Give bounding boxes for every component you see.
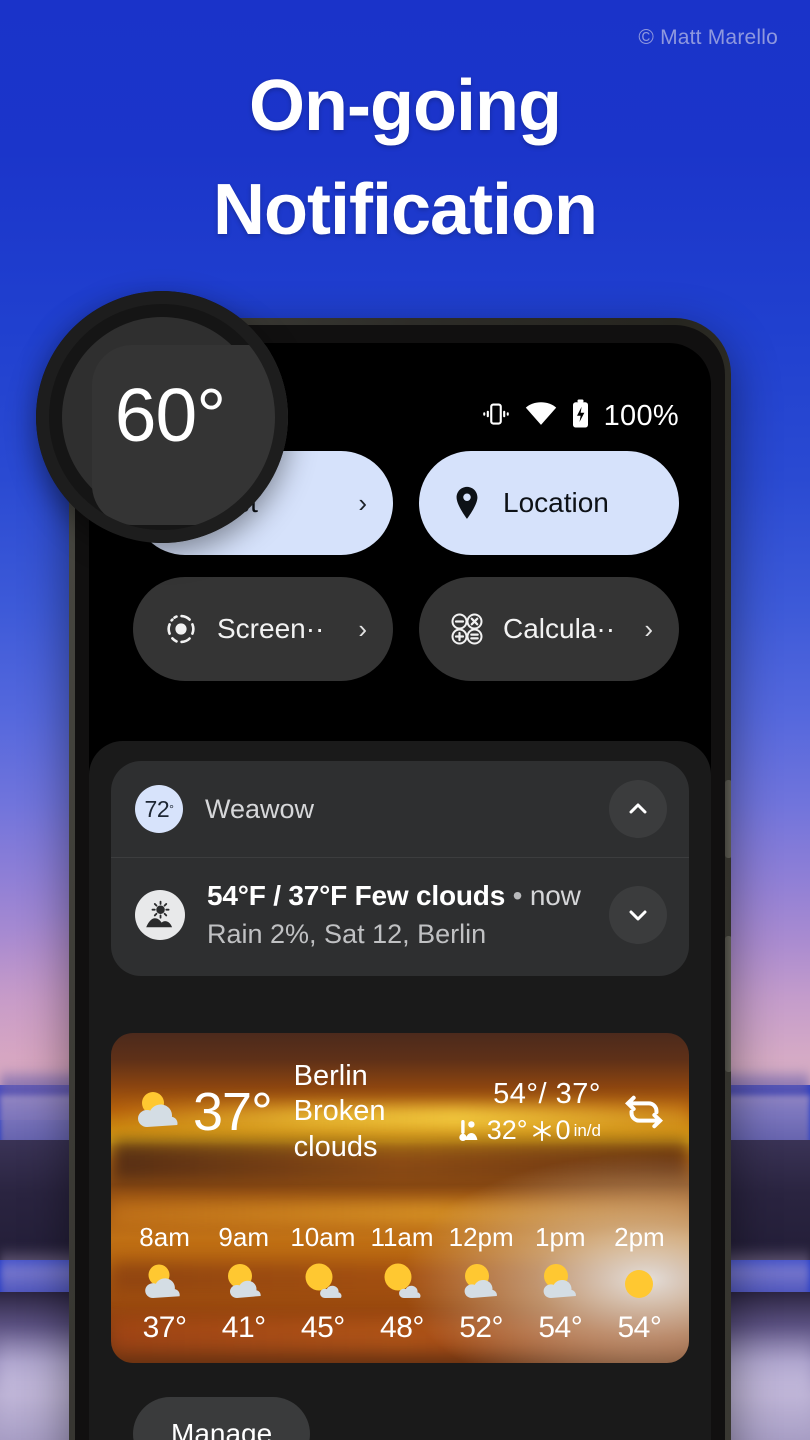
battery-percent: 100% bbox=[603, 399, 679, 432]
widget-location-block: Berlin Broken clouds bbox=[294, 1059, 458, 1165]
notification-subtitle: Rain 2%, Sat 12, Berlin bbox=[207, 919, 487, 949]
notification-body[interactable]: 54°F / 37°F Few clouds • now Rain 2%, Sa… bbox=[111, 858, 689, 976]
qs-tile-screen-record-label: Screen·· bbox=[217, 613, 325, 644]
hour-time: 1pm bbox=[534, 1222, 586, 1252]
hourly-item: 9am 41° bbox=[204, 1222, 283, 1345]
volume-button[interactable] bbox=[725, 936, 731, 1072]
notification-text: 54°F / 37°F Few clouds • now Rain 2%, Sa… bbox=[207, 880, 587, 950]
weather-small-icon bbox=[135, 890, 185, 940]
manage-button[interactable]: Manage bbox=[133, 1397, 311, 1440]
snowflake-icon bbox=[532, 1120, 551, 1141]
widget-extra-stats: 32° 0 in/d bbox=[458, 1115, 601, 1146]
hourly-item: 8am 37° bbox=[125, 1222, 204, 1345]
hour-time: 9am bbox=[218, 1222, 269, 1252]
hour-time: 11am bbox=[370, 1222, 434, 1252]
refresh-icon[interactable] bbox=[621, 1089, 667, 1135]
hourly-forecast: 8am 37° 9am 41° 10am 45° 11am 48° 12pm 5… bbox=[125, 1222, 679, 1345]
chevron-down-icon[interactable] bbox=[609, 886, 667, 944]
notification-title-main: 54°F / 37°F Few clouds bbox=[207, 880, 506, 911]
sun-icon bbox=[600, 1257, 679, 1309]
sun-cloud-icon bbox=[442, 1257, 521, 1309]
wifi-icon bbox=[525, 401, 557, 432]
widget-precipitation-unit: in/d bbox=[573, 1120, 601, 1140]
widget-condition: Broken clouds bbox=[293, 1095, 386, 1163]
sun-cloud-icon bbox=[131, 1084, 187, 1140]
hour-temp: 45° bbox=[300, 1311, 345, 1344]
qs-tile-calculator-label: Calcula·· bbox=[503, 613, 616, 644]
widget-city: Berlin bbox=[293, 1060, 368, 1092]
chevron-right-icon: › bbox=[644, 613, 653, 644]
hour-temp: 54° bbox=[617, 1311, 662, 1344]
hour-time: 8am bbox=[139, 1222, 190, 1252]
hourly-item: 10am 45° bbox=[283, 1222, 362, 1345]
chevron-right-icon: › bbox=[358, 613, 367, 644]
quick-settings-row: Screen·· › Calcula·· › bbox=[133, 577, 679, 681]
location-pin-icon bbox=[449, 485, 485, 521]
widget-feels-like: 32° bbox=[486, 1115, 528, 1146]
chevron-right-icon: › bbox=[358, 487, 367, 518]
cloud-sun-icon bbox=[125, 1257, 204, 1309]
notification-card[interactable]: 72 ° Weawow 54°F / 37°F Few clouds • now… bbox=[111, 761, 689, 976]
sun-small-cloud-icon bbox=[283, 1257, 362, 1309]
hour-time: 10am bbox=[290, 1222, 356, 1252]
notification-header[interactable]: 72 ° Weawow bbox=[111, 761, 689, 857]
app-badge-temp: 72 bbox=[144, 795, 170, 822]
app-badge: 72 ° bbox=[135, 785, 183, 833]
hour-temp: 41° bbox=[221, 1311, 266, 1344]
magnifier-callout: 60° bbox=[36, 291, 288, 543]
qs-tile-screen-record[interactable]: Screen·· › bbox=[133, 577, 393, 681]
hourly-item: 11am 48° bbox=[362, 1222, 441, 1345]
chevron-up-icon[interactable] bbox=[609, 780, 667, 838]
vibrate-icon bbox=[481, 399, 511, 434]
headline-line-1: On-going bbox=[249, 66, 562, 146]
hour-temp: 52° bbox=[459, 1311, 504, 1344]
qs-tile-location[interactable]: Location bbox=[419, 451, 679, 555]
hour-temp: 37° bbox=[142, 1311, 187, 1344]
notification-title-separator: • bbox=[512, 880, 523, 911]
copyright-watermark: © Matt Marello bbox=[638, 26, 778, 49]
sun-cloud-icon bbox=[204, 1257, 283, 1309]
headline-line-2: Notification bbox=[213, 170, 598, 250]
hourly-item: 1pm 54° bbox=[521, 1222, 600, 1345]
qs-tile-location-label: Location bbox=[503, 487, 609, 518]
widget-current-temp: 37° bbox=[193, 1082, 273, 1143]
thermometer-person-icon bbox=[459, 1119, 478, 1141]
sun-small-cloud-icon bbox=[362, 1257, 441, 1309]
hour-temp: 54° bbox=[538, 1311, 583, 1344]
widget-high-low: 54°/ 37° bbox=[493, 1078, 601, 1111]
app-badge-degree: ° bbox=[169, 802, 174, 816]
magnified-temperature: 60° bbox=[114, 373, 226, 457]
weather-widget[interactable]: 37° Berlin Broken clouds 54°/ 37° 32° 0 … bbox=[111, 1033, 689, 1363]
power-button[interactable] bbox=[725, 780, 731, 858]
hourly-item: 12pm 52° bbox=[442, 1222, 521, 1345]
screen-record-icon bbox=[163, 611, 199, 647]
notification-shade: 72 ° Weawow 54°F / 37°F Few clouds • now… bbox=[89, 741, 711, 1440]
qs-tile-calculator[interactable]: Calcula·· › bbox=[419, 577, 679, 681]
notification-timestamp: now bbox=[529, 880, 581, 911]
widget-precipitation: 0 bbox=[555, 1115, 571, 1146]
page-title: On-going Notification bbox=[0, 54, 810, 262]
hourly-item: 2pm 54° bbox=[600, 1222, 679, 1345]
app-name: Weawow bbox=[205, 793, 315, 824]
hour-temp: 48° bbox=[380, 1311, 424, 1344]
status-icons: 100% bbox=[481, 399, 679, 434]
widget-current-conditions: 37° Berlin Broken clouds 54°/ 37° 32° 0 … bbox=[111, 1033, 689, 1165]
hour-time: 12pm bbox=[448, 1222, 514, 1252]
sun-cloud-icon bbox=[521, 1257, 600, 1309]
notification-title: 54°F / 37°F Few clouds • now bbox=[207, 880, 587, 912]
battery-charging-icon bbox=[571, 399, 590, 434]
widget-stats: 54°/ 37° 32° 0 in/d bbox=[458, 1078, 601, 1146]
calculator-icon bbox=[449, 611, 485, 647]
hour-time: 2pm bbox=[614, 1222, 665, 1252]
